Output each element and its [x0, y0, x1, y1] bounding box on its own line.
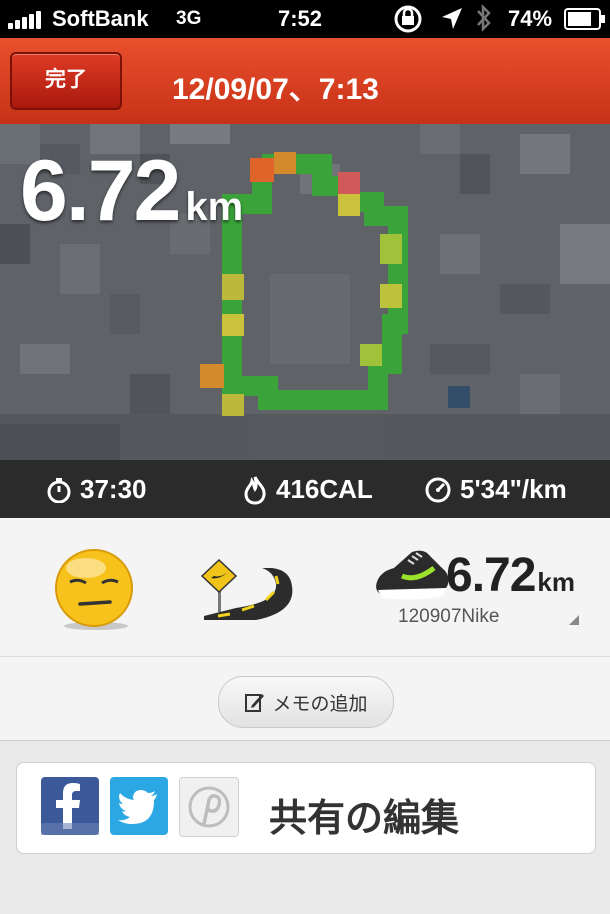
terrain-icon[interactable]: [196, 556, 302, 629]
stats-bar: 37:30 416CAL 5'34"/km: [0, 460, 610, 518]
run-datetime: 12/09/07、7:13: [172, 73, 379, 106]
meh-face-icon: [55, 549, 133, 630]
done-button[interactable]: 完了: [10, 52, 122, 110]
add-memo-label: メモの追加: [272, 693, 368, 715]
battery-icon: [564, 8, 606, 36]
route-map[interactable]: 6.72 km: [0, 124, 610, 460]
add-memo-button[interactable]: メモの追加: [218, 676, 394, 728]
facebook-icon[interactable]: [41, 777, 99, 835]
status-bar: SoftBank 3G 7:52 74%: [0, 0, 610, 38]
calories-value: 416CAL: [276, 474, 373, 504]
rotation-lock-icon: [392, 4, 426, 40]
distance-value: 6.72: [20, 143, 181, 239]
pace-value: 5'34"/km: [460, 474, 567, 504]
road-icon: [200, 558, 293, 620]
flame-icon: [244, 475, 266, 505]
carrier-label: SoftBank: [52, 6, 149, 31]
calories-stat: 416CAL: [242, 474, 373, 505]
nav-header: 完了 12/09/07、7:13: [0, 38, 610, 126]
share-edit-label: 共有の編集: [269, 798, 460, 840]
distance-unit: km: [185, 185, 244, 229]
shoe-name: 120907Nike: [398, 606, 500, 627]
shoe-distance-unit: km: [537, 567, 575, 597]
bluetooth-icon: [474, 3, 494, 39]
speedometer-icon: [425, 477, 451, 502]
mood-icon[interactable]: [52, 548, 136, 637]
shoe-image[interactable]: [372, 542, 452, 609]
distance-display: 6.72 km: [20, 142, 243, 241]
shoe-distance-value: 6.72: [446, 549, 536, 602]
panel-divider: [0, 656, 610, 657]
shoe-menu-indicator-icon[interactable]: [569, 615, 579, 625]
signal-strength-icon: [8, 11, 46, 29]
run-detail-panel: 6.72km 120907Nike メモの追加: [0, 518, 610, 741]
duration-stat: 37:30: [46, 474, 147, 505]
pinterest-icon[interactable]: [179, 777, 239, 837]
clock: 7:52: [278, 6, 323, 31]
location-arrow-icon: [440, 6, 464, 38]
edit-note-icon: [245, 694, 265, 712]
duration-value: 37:30: [80, 474, 147, 504]
stopwatch-icon: [47, 477, 71, 503]
twitter-icon[interactable]: [110, 777, 168, 835]
battery-percent: 74%: [508, 6, 553, 31]
shoe-distance: 6.72km: [446, 548, 575, 603]
pace-stat: 5'34"/km: [424, 474, 567, 505]
running-shoe-icon: [376, 550, 449, 600]
share-box[interactable]: 共有の編集: [16, 762, 596, 854]
network-label: 3G: [176, 8, 202, 29]
